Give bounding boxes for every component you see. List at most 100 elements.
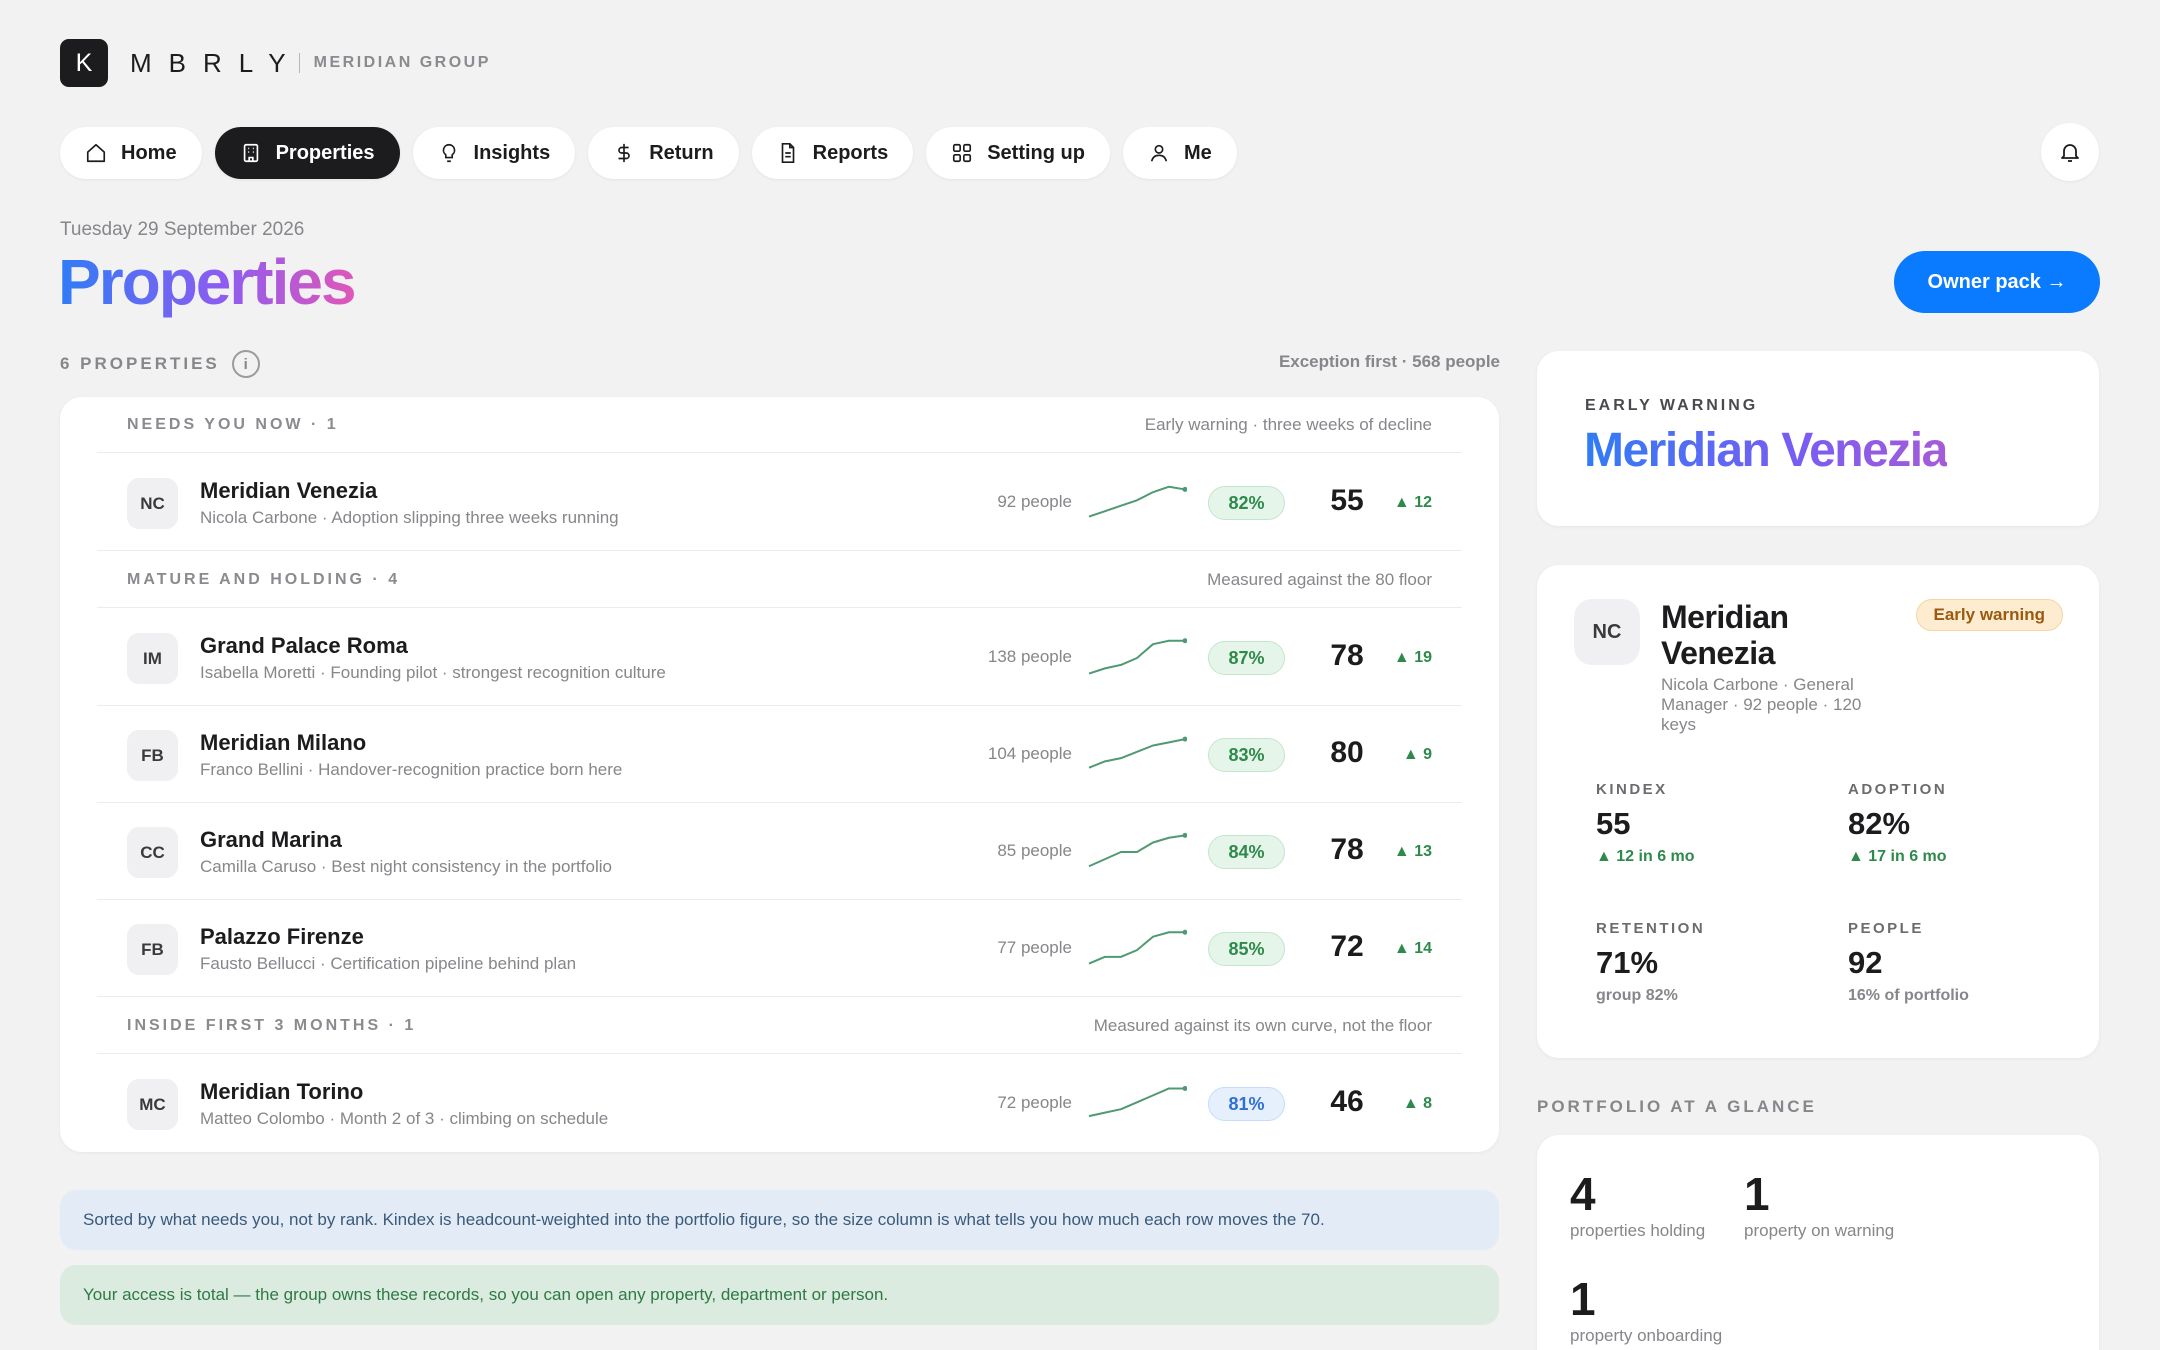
kindex-score: 78 xyxy=(1330,639,1364,672)
trend-sparkline xyxy=(1088,736,1187,769)
kindex-score: 72 xyxy=(1330,930,1364,963)
property-detail-card: NC Meridian Venezia Nicola Carbone · Gen… xyxy=(1537,565,2099,1058)
adoption-badge: 84% xyxy=(1208,835,1285,869)
early-warning-title: Meridian Venezia xyxy=(1584,424,1948,477)
group-title: NEEDS YOU NOW · 1 xyxy=(127,415,339,433)
glance-stat-value: 4 xyxy=(1570,1168,1596,1220)
property-row[interactable]: MC Meridian Torino Matteo Colombo · Mont… xyxy=(97,1055,1462,1152)
nav-properties[interactable]: Properties xyxy=(214,127,400,179)
metric-retention: RETENTION 71% group 82% xyxy=(1596,920,1816,1005)
glance-label: PORTFOLIO AT A GLANCE xyxy=(1537,1097,1817,1116)
sparkline-path xyxy=(1088,639,1185,675)
glance-stat-label: property onboarding xyxy=(1570,1326,1723,1345)
nav-insights[interactable]: Insights xyxy=(412,127,576,179)
property-name[interactable]: Meridian Venezia xyxy=(200,478,377,504)
info-icon[interactable]: i xyxy=(231,350,260,378)
avatar: FB xyxy=(127,924,178,975)
group-header-first-3-months: INSIDE FIRST 3 MONTHS · 1 Measured again… xyxy=(97,998,1462,1054)
kindex-delta: ▲ 8 xyxy=(1402,1095,1432,1112)
property-name[interactable]: Grand Marina xyxy=(200,827,342,853)
metric-adoption: ADOPTION 82% ▲ 17 in 6 mo xyxy=(1848,781,2068,866)
property-sub: Isabella Moretti · Founding pilot · stro… xyxy=(200,663,666,682)
metric-label: ADOPTION xyxy=(1848,781,1948,798)
property-sub: Franco Bellini · Handover-recognition pr… xyxy=(200,760,623,779)
avatar: CC xyxy=(127,827,178,878)
adoption-badge: 87% xyxy=(1208,641,1285,675)
sparkline-path xyxy=(1088,931,1185,965)
metric-value: 82% xyxy=(1848,806,1911,841)
group-header-mature-holding: MATURE AND HOLDING · 4 Measured against … xyxy=(97,552,1462,608)
glance-stat-warning: 1 property on warning xyxy=(1744,1169,1894,1241)
nav-home[interactable]: Home xyxy=(60,127,202,179)
early-warning-label: EARLY WARNING xyxy=(1585,397,1759,414)
property-name[interactable]: Grand Palace Roma xyxy=(200,633,408,659)
early-warning-card[interactable]: EARLY WARNING Meridian Venezia xyxy=(1537,351,2099,526)
metric-people: PEOPLE 92 16% of portfolio xyxy=(1848,920,2068,1005)
owner-pack-button[interactable]: Owner pack → xyxy=(1894,251,2100,313)
trend-sparkline xyxy=(1088,832,1187,868)
kindex-delta: ▲ 19 xyxy=(1393,649,1432,666)
properties-meta: Exception first · 568 people xyxy=(1278,352,1500,371)
adoption-badge: 83% xyxy=(1208,738,1285,772)
metric-sub: 16% of portfolio xyxy=(1848,987,1969,1004)
detail-property-name: Meridian Venezia xyxy=(1661,599,1789,671)
building-icon xyxy=(243,143,258,163)
nav-me[interactable]: Me xyxy=(1122,127,1237,179)
brand-logo[interactable]: K xyxy=(60,39,108,87)
group-note: Measured against the 80 floor xyxy=(1207,569,1432,589)
brand-divider xyxy=(298,53,300,73)
group-title: MATURE AND HOLDING · 4 xyxy=(127,570,401,588)
nav-label: Setting up xyxy=(987,141,1085,164)
metric-kindex: KINDEX 55 ▲ 12 in 6 mo xyxy=(1596,781,1816,866)
access-info-banner: Your access is total — the group owns th… xyxy=(60,1265,1499,1325)
property-name[interactable]: Meridian Torino xyxy=(200,1079,363,1105)
brand: K MBRLY MERIDIAN GROUP xyxy=(60,39,491,87)
group-note: Measured against its own curve, not the … xyxy=(1093,1015,1432,1035)
grid-icon xyxy=(953,143,972,163)
notifications-button[interactable] xyxy=(2041,123,2099,181)
glance-stat-value: 1 xyxy=(1570,1273,1596,1325)
metric-sub: ▲ 12 in 6 mo xyxy=(1596,848,1695,865)
home-icon xyxy=(86,143,106,163)
metric-sub: group 82% xyxy=(1596,987,1678,1004)
nav-label: Home xyxy=(121,141,177,164)
kindex-delta: ▲ 14 xyxy=(1393,940,1432,957)
property-row[interactable]: NC Meridian Venezia Nicola Carbone · Ado… xyxy=(97,454,1462,551)
sparkline-endpoint xyxy=(1182,1085,1187,1091)
people-count: 92 people xyxy=(997,492,1072,511)
nav-return[interactable]: Return xyxy=(588,127,739,179)
group-header-needs-you-now: NEEDS YOU NOW · 1 Early warning · three … xyxy=(97,397,1462,453)
trend-sparkline xyxy=(1088,638,1187,675)
nav-label: Insights xyxy=(473,141,551,164)
status-badge: Early warning xyxy=(1915,599,2063,631)
property-sub: Matteo Colombo · Month 2 of 3 · climbing… xyxy=(200,1109,609,1128)
property-row[interactable]: FB Palazzo Firenze Fausto Bellucci · Cer… xyxy=(97,900,1462,997)
sparkline-endpoint xyxy=(1182,832,1187,838)
properties-list: NEEDS YOU NOW · 1 Early warning · three … xyxy=(60,397,1499,1152)
adoption-badge: 82% xyxy=(1208,486,1285,520)
avatar: FB xyxy=(127,730,178,781)
property-name[interactable]: Meridian Milano xyxy=(200,730,366,756)
property-row[interactable]: FB Meridian Milano Franco Bellini · Hand… xyxy=(97,706,1462,803)
property-row[interactable]: IM Grand Palace Roma Isabella Moretti · … xyxy=(97,609,1462,706)
sparkline-endpoint xyxy=(1182,486,1187,492)
nav-label: Return xyxy=(649,141,714,164)
people-count: 104 people xyxy=(987,744,1072,763)
metric-label: KINDEX xyxy=(1596,781,1668,798)
sparkline-path xyxy=(1088,738,1186,769)
page-title: Properties xyxy=(58,246,357,318)
sparkline-path xyxy=(1088,1087,1185,1118)
nav-reports[interactable]: Reports xyxy=(751,127,914,179)
glance-stat-label: properties holding xyxy=(1570,1221,1706,1240)
nav-setting-up[interactable]: Setting up xyxy=(926,127,1110,179)
property-row[interactable]: CC Grand Marina Camilla Caruso · Best ni… xyxy=(97,803,1462,900)
avatar: NC xyxy=(127,478,178,529)
properties-count: 6 PROPERTIES i xyxy=(60,350,260,378)
avatar: IM xyxy=(127,633,178,684)
dollar-icon xyxy=(618,143,630,163)
kindex-score: 46 xyxy=(1330,1085,1364,1118)
sparkline-endpoint xyxy=(1182,736,1187,742)
detail-property-sub: Nicola Carbone · General Manager · 92 pe… xyxy=(1661,675,1862,734)
group-note: Early warning · three weeks of decline xyxy=(1144,414,1432,434)
property-name[interactable]: Palazzo Firenze xyxy=(200,924,364,950)
